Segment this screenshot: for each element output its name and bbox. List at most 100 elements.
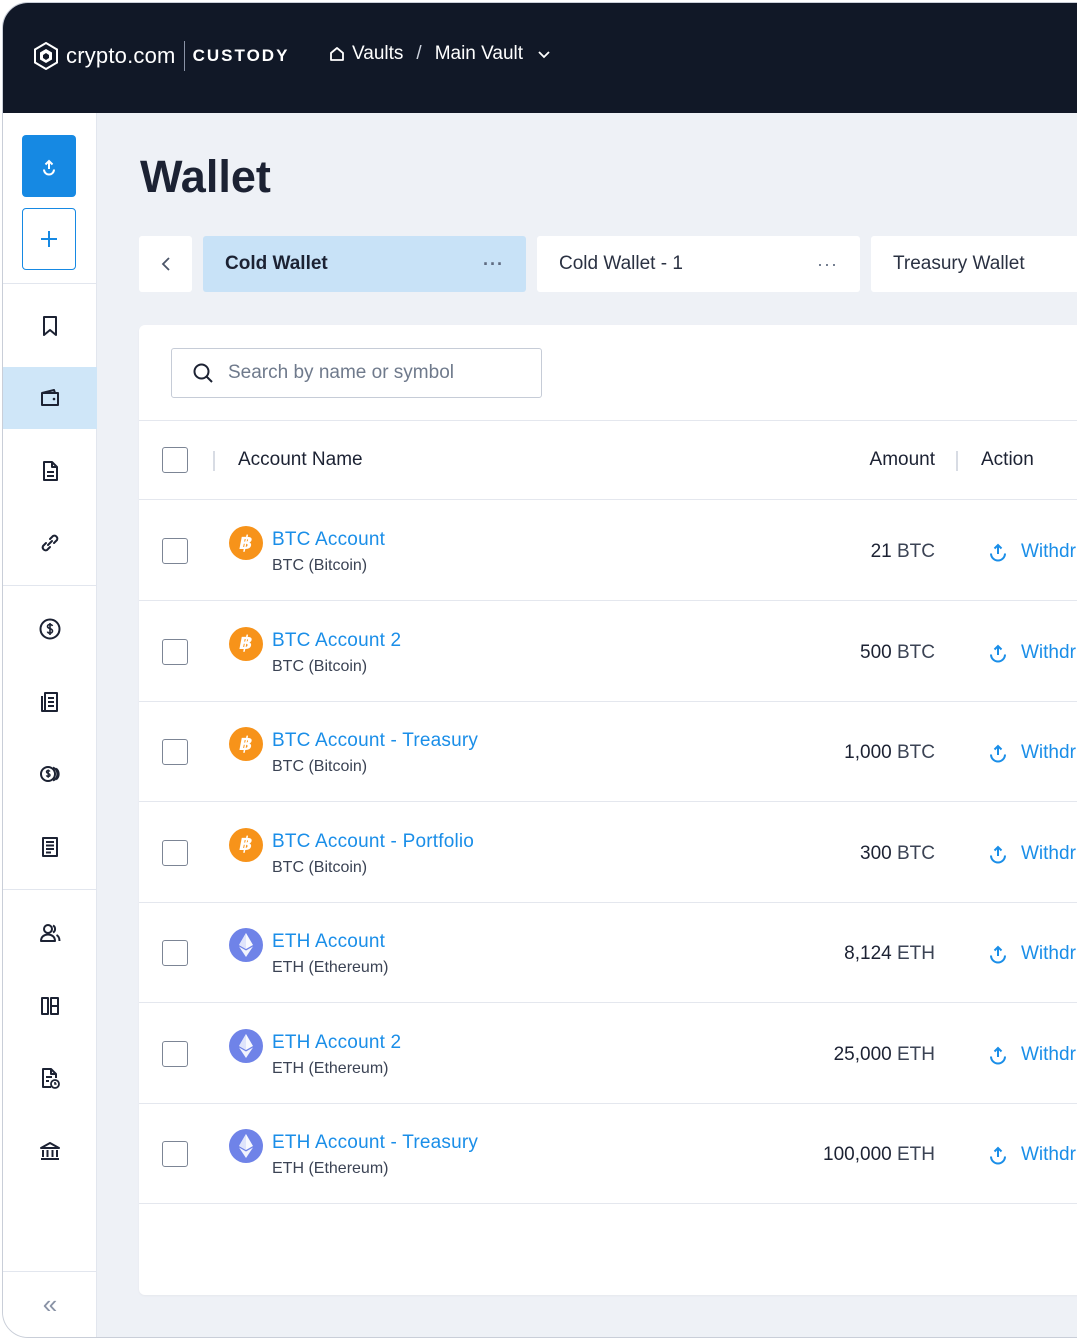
tab-cold-wallet[interactable]: Cold Wallet ··· [203,236,526,292]
double-chevron-left-icon: « [42,1289,58,1319]
row-checkbox[interactable] [162,538,188,564]
tab-cold-wallet-1[interactable]: Cold Wallet - 1 ··· [537,236,860,292]
document-clock-icon [42,1068,60,1089]
brand-product: CUSTODY [192,46,290,65]
wallet-tabs: Cold Wallet ··· Cold Wallet - 1 ··· Trea… [139,236,1077,292]
amount-value: 8,124 ETH [844,943,935,965]
more-icon[interactable]: ··· [817,254,838,275]
dollar-circle-icon [39,618,61,640]
coins-icon [40,766,60,782]
amount-unit: BTC [897,842,935,864]
amount-value: 100,000 ETH [823,1144,935,1166]
amount-number: 25,000 [833,1043,892,1065]
withdraw-button[interactable]: Withdr [987,843,1076,865]
row-checkbox[interactable] [162,1141,188,1167]
amount-unit: BTC [897,541,935,562]
withdraw-icon [990,543,1006,562]
sidebar-item-bank[interactable] [3,1120,97,1182]
account-name-link[interactable]: BTC Account 2 [272,630,401,652]
sidebar-item-finance[interactable] [3,598,97,660]
tab-treasury-wallet[interactable]: Treasury Wallet [871,236,1077,292]
account-name-link[interactable]: ETH Account - Treasury [272,1132,478,1154]
row-checkbox[interactable] [162,1040,188,1067]
breadcrumb-separator: / [416,43,422,64]
asset-label: BTC (Bitcoin) [272,557,368,574]
table-row[interactable]: ฿ BTC Account - Portfolio BTC (Bitcoin) 300… [139,803,1077,903]
plus-icon [41,231,57,247]
sidebar-item-layout[interactable] [3,975,97,1037]
breadcrumb-main-vault[interactable]: Main Vault [435,43,523,65]
sidebar-item-reports[interactable] [3,816,97,878]
table-header: Account Name Amount Action [139,420,1077,500]
withdraw-button[interactable]: Withdr [987,943,1076,965]
amount-unit: BTC [897,641,935,663]
withdraw-button[interactable]: Withdr [987,541,1076,563]
column-header-account-name[interactable]: Account Name [238,449,363,471]
row-checkbox[interactable] [162,839,188,866]
page-title: Wallet [140,151,271,202]
sidebar-divider [3,889,97,890]
breadcrumb-vaults[interactable]: Vaults [352,43,403,65]
sidebar-upload-button[interactable] [22,135,76,197]
account-name-link[interactable]: ETH Account 2 [272,1032,401,1054]
table-row[interactable]: ฿ BTC Account - Treasury BTC (Bitcoin) 1,00… [139,702,1077,802]
sidebar-item-users[interactable] [3,902,97,964]
sidebar-item-wallet[interactable] [3,367,97,429]
amount-unit: ETH [897,943,935,964]
brand[interactable]: crypto.com CUSTODY [33,41,289,71]
table-row[interactable]: ฿ BTC Account 2 BTC (Bitcoin) 500 BTC Withdr [139,602,1077,702]
sidebar-add-button[interactable] [22,208,76,270]
table-row[interactable]: ETH Account ETH (Ethereum) 8,124 ETH Withdr [139,903,1077,1003]
amount-value: 500 BTC [860,642,935,664]
select-all-checkbox[interactable] [162,447,188,473]
account-name-link[interactable]: BTC Account - Treasury [272,730,478,752]
crypto-logo-icon [34,42,58,70]
asset-label: BTC (Bitcoin) [272,657,368,675]
withdraw-button[interactable]: Withdr [987,642,1076,664]
search-icon [193,363,213,383]
withdraw-icon [990,744,1006,763]
sidebar-item-bookmarks[interactable] [3,295,97,357]
bitcoin-icon: ฿ [229,626,263,661]
search-box[interactable] [171,348,542,398]
sidebar-item-statements[interactable] [3,1047,97,1109]
sidebar-collapse-button[interactable]: « [3,1271,97,1337]
table-row[interactable]: ฿ BTC Account BTC (Bitcoin) 21 BTC Withdr [139,501,1077,601]
chevron-left-icon [161,257,170,271]
link-icon [41,534,59,552]
sidebar-item-documents[interactable] [3,440,97,502]
withdraw-label: Withdr [1021,742,1076,763]
search-input[interactable] [228,362,528,384]
app-window: crypto.com CUSTODY Vaults / Main Vault «… [2,2,1077,1338]
tab-label: Treasury Wallet [893,253,1025,274]
withdraw-icon [990,945,1006,964]
withdraw-label: Withdr [1021,641,1076,663]
sidebar-item-coins[interactable] [3,743,97,805]
withdraw-button[interactable]: Withdr [987,1044,1076,1066]
table-row[interactable]: ETH Account 2 ETH (Ethereum) 25,000 ETH Wit… [139,1004,1077,1104]
sidebar-divider [3,585,97,586]
withdraw-button[interactable]: Withdr [987,742,1076,764]
report-icon [42,837,58,857]
account-name-link[interactable]: BTC Account [272,529,385,551]
tabs-prev-button[interactable] [139,236,192,292]
account-name-link[interactable]: BTC Account - Portfolio [272,831,474,853]
account-name-link[interactable]: ETH Account [272,931,385,953]
top-bar: crypto.com CUSTODY Vaults / Main Vault [3,3,1077,113]
row-checkbox[interactable] [162,739,188,765]
withdraw-icon [990,644,1006,662]
withdraw-label: Withdr [1021,943,1076,964]
bank-icon [40,1142,60,1160]
row-checkbox[interactable] [162,638,188,665]
users-icon [40,924,61,942]
column-divider [956,451,958,471]
withdraw-button[interactable]: Withdr [987,1144,1076,1166]
more-icon[interactable]: ··· [483,254,504,275]
sidebar-item-ledger[interactable] [3,671,97,733]
column-header-amount[interactable]: Amount [870,449,935,471]
row-checkbox[interactable] [162,940,188,966]
sidebar-item-links[interactable] [3,512,97,574]
bitcoin-icon: ฿ [229,526,263,560]
table-row[interactable]: ETH Account - Treasury ETH (Ethereum) 100,… [139,1104,1077,1204]
chevron-down-icon[interactable] [537,47,551,61]
